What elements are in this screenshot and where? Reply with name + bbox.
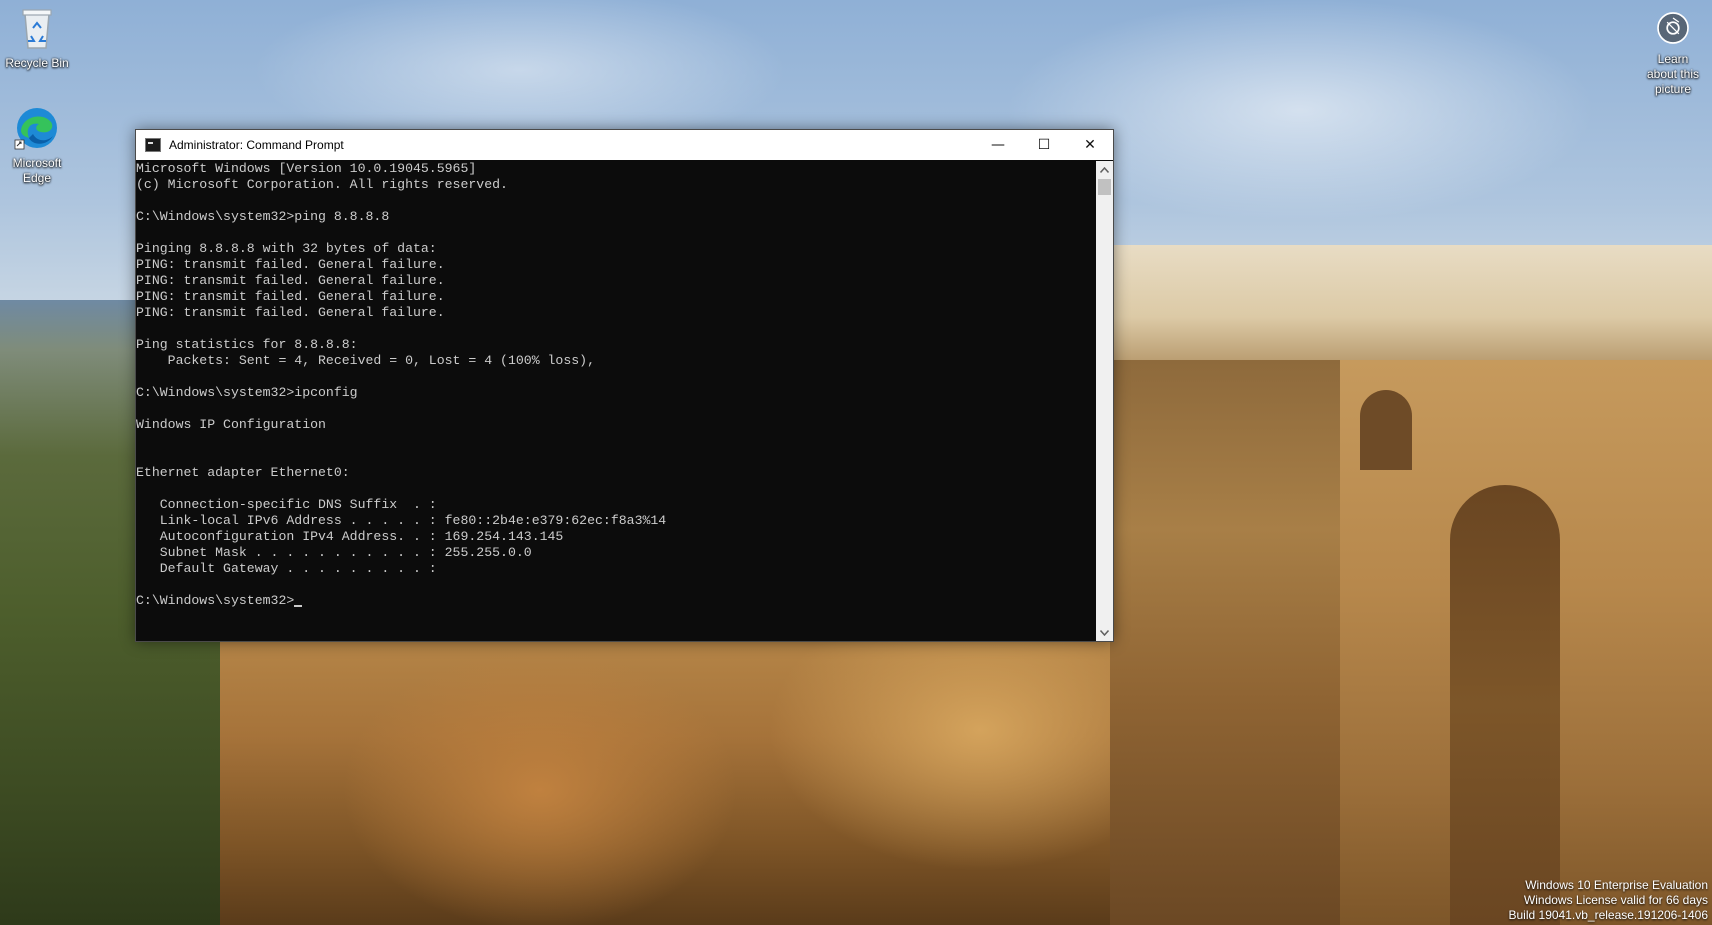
console-line: Microsoft Windows [Version 10.0.19045.59… [136, 161, 477, 176]
vertical-scrollbar[interactable] [1096, 161, 1113, 641]
console-line: Link-local IPv6 Address . . . . . : fe80… [136, 513, 667, 528]
bridge-arch [1450, 485, 1560, 925]
desktop-icon-recycle-bin[interactable]: Recycle Bin [0, 4, 76, 71]
chevron-up-icon [1100, 166, 1109, 173]
close-button[interactable]: ✕ [1067, 130, 1113, 160]
console-line: Connection-specific DNS Suffix . : [136, 497, 437, 512]
console-line: Packets: Sent = 4, Received = 0, Lost = … [136, 353, 595, 368]
desktop-icon-edge[interactable]: Microsoft Edge [0, 104, 76, 186]
cmd-app-icon [145, 138, 161, 152]
console-output: Microsoft Windows [Version 10.0.19045.59… [136, 161, 1095, 609]
town-scenery [1110, 245, 1712, 365]
bridge-arch-small [1360, 390, 1412, 470]
watermark-edition: Windows 10 Enterprise Evaluation [1525, 878, 1708, 892]
scroll-down-arrow[interactable] [1096, 624, 1113, 641]
console-line: PING: transmit failed. General failure. [136, 257, 445, 272]
console-line: PING: transmit failed. General failure. [136, 289, 445, 304]
learn-about-picture[interactable]: Learn about this picture [1634, 8, 1712, 97]
chevron-down-icon [1100, 629, 1109, 636]
desktop-background: Recycle Bin Microsoft Edge Learn about t… [0, 0, 1712, 925]
recycle-bin-label: Recycle Bin [5, 56, 69, 70]
console-line: Subnet Mask . . . . . . . . . . . : 255.… [136, 545, 532, 560]
windows-evaluation-watermark: Windows 10 Enterprise Evaluation Windows… [1509, 878, 1709, 923]
maximize-button[interactable]: ☐ [1021, 130, 1067, 160]
console-line: Ping statistics for 8.8.8.8: [136, 337, 358, 352]
watermark-license: Windows License valid for 66 days [1523, 893, 1708, 907]
minimize-button[interactable]: — [975, 130, 1021, 160]
scroll-up-arrow[interactable] [1096, 161, 1113, 178]
camera-icon [1657, 12, 1689, 44]
learn-about-picture-label: Learn about this picture [1646, 52, 1700, 96]
console-line: Windows IP Configuration [136, 417, 326, 432]
recycle-bin-icon [22, 9, 52, 49]
console-line: Autoconfiguration IPv4 Address. . : 169.… [136, 529, 564, 544]
console-line: C:\Windows\system32>ping 8.8.8.8 [136, 209, 390, 224]
console-line: (c) Microsoft Corporation. All rights re… [136, 177, 508, 192]
prompt-line[interactable]: C:\Windows\system32> [136, 593, 1095, 609]
console-line: Default Gateway . . . . . . . . . : [136, 561, 437, 576]
console-line: Ethernet adapter Ethernet0: [136, 465, 350, 480]
console-line: Pinging 8.8.8.8 with 32 bytes of data: [136, 241, 437, 256]
text-cursor [294, 605, 303, 607]
console-line: PING: transmit failed. General failure. [136, 305, 445, 320]
close-icon: ✕ [1084, 137, 1096, 153]
watermark-build: Build 19041.vb_release.191206-1406 [1508, 908, 1709, 922]
console-line: PING: transmit failed. General failure. [136, 273, 445, 288]
edge-icon [14, 108, 57, 150]
cmd-window[interactable]: Administrator: Command Prompt — ☐ ✕ Micr… [135, 129, 1114, 642]
prompt-text: C:\Windows\system32> [136, 593, 295, 608]
maximize-icon: ☐ [1037, 137, 1051, 153]
edge-label: Microsoft Edge [12, 156, 62, 185]
minimize-icon: — [991, 137, 1005, 153]
title-bar[interactable]: Administrator: Command Prompt — ☐ ✕ [136, 130, 1113, 160]
scrollbar-thumb[interactable] [1098, 179, 1111, 195]
console-area[interactable]: Microsoft Windows [Version 10.0.19045.59… [136, 161, 1095, 641]
window-title: Administrator: Command Prompt [169, 138, 344, 152]
console-line: C:\Windows\system32>ipconfig [136, 385, 358, 400]
